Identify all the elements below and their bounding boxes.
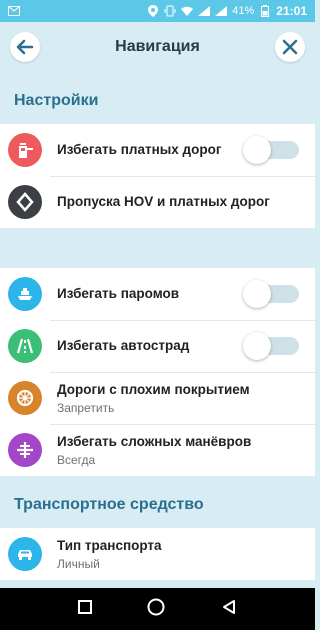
- close-button[interactable]: [275, 32, 305, 62]
- difficult-maneuvers-label: Избегать сложных манёвров: [57, 433, 252, 449]
- wifi-icon: [181, 5, 194, 17]
- circle-icon: [147, 598, 165, 615]
- back-nav-button[interactable]: [221, 599, 237, 620]
- vehicle-type-row[interactable]: Тип транспорта Личный: [0, 528, 315, 580]
- hov-passes-row[interactable]: Пропуска HOV и платных дорог: [0, 176, 315, 228]
- avoid-tolls-label: Избегать платных дорог: [57, 142, 222, 157]
- avoid-freeways-label: Избегать автострад: [57, 338, 190, 353]
- settings-card-tolls: Избегать платных дорог Пропуска HOV и пл…: [0, 124, 315, 228]
- home-button[interactable]: [147, 598, 165, 621]
- toll-icon: [8, 133, 42, 167]
- avoid-ferries-toggle[interactable]: [243, 280, 299, 308]
- close-icon: [282, 39, 298, 55]
- mail-icon: [8, 5, 20, 17]
- car-icon: [8, 537, 42, 571]
- avoid-freeways-toggle[interactable]: [243, 332, 299, 360]
- avoid-freeways-row[interactable]: Избегать автострад: [0, 320, 315, 372]
- back-button[interactable]: [10, 32, 40, 62]
- signal-icon: [215, 5, 228, 17]
- freeway-icon: [8, 329, 42, 363]
- triangle-back-icon: [223, 599, 236, 614]
- clock: 21:01: [276, 4, 307, 18]
- battery-icon: [259, 5, 271, 17]
- avoid-tolls-toggle[interactable]: [243, 136, 299, 164]
- battery-percent: 41%: [232, 5, 255, 17]
- vehicle-type-label: Тип транспорта: [57, 537, 162, 553]
- section-title-settings: Настройки: [14, 92, 99, 109]
- settings-list[interactable]: Настройки Избегать платных дорог Пропуск…: [0, 72, 315, 588]
- avoid-ferries-row[interactable]: Избегать паромов: [0, 268, 315, 320]
- rough-roads-value: Запретить: [57, 400, 115, 415]
- avoid-ferries-label: Избегать паромов: [57, 286, 180, 301]
- junction-icon: [8, 433, 42, 467]
- rough-roads-row[interactable]: Дороги с плохим покрытием Запретить: [0, 372, 315, 424]
- settings-card-avoid: Избегать паромов Избегать автострад Доро…: [0, 268, 315, 476]
- square-icon: [77, 599, 92, 614]
- arrow-left-icon: [16, 39, 34, 55]
- section-title-vehicle: Транспортное средство: [14, 496, 204, 513]
- rough-roads-label: Дороги с плохим покрытием: [57, 381, 250, 397]
- avoid-tolls-row[interactable]: Избегать платных дорог: [0, 124, 315, 176]
- section-divider: [0, 228, 315, 268]
- difficult-maneuvers-value: Всегда: [57, 452, 96, 467]
- hov-passes-label: Пропуска HOV и платных дорог: [57, 194, 270, 209]
- ferry-icon: [8, 277, 42, 311]
- page-title: Навигация: [115, 38, 200, 55]
- location-icon: [147, 5, 159, 17]
- status-bar: 41% 21:01: [0, 0, 315, 22]
- vehicle-type-value: Личный: [57, 556, 100, 571]
- wheel-icon: [8, 381, 42, 415]
- vibrate-icon: [164, 5, 176, 17]
- signal-icon: [198, 5, 211, 17]
- recent-apps-button[interactable]: [77, 599, 92, 619]
- settings-card-vehicle: Тип транспорта Личный: [0, 528, 315, 580]
- app-bar: Навигация: [0, 22, 315, 72]
- diamond-icon: [8, 185, 42, 219]
- difficult-maneuvers-row[interactable]: Избегать сложных манёвров Всегда: [0, 424, 315, 476]
- system-nav-bar: [0, 588, 315, 630]
